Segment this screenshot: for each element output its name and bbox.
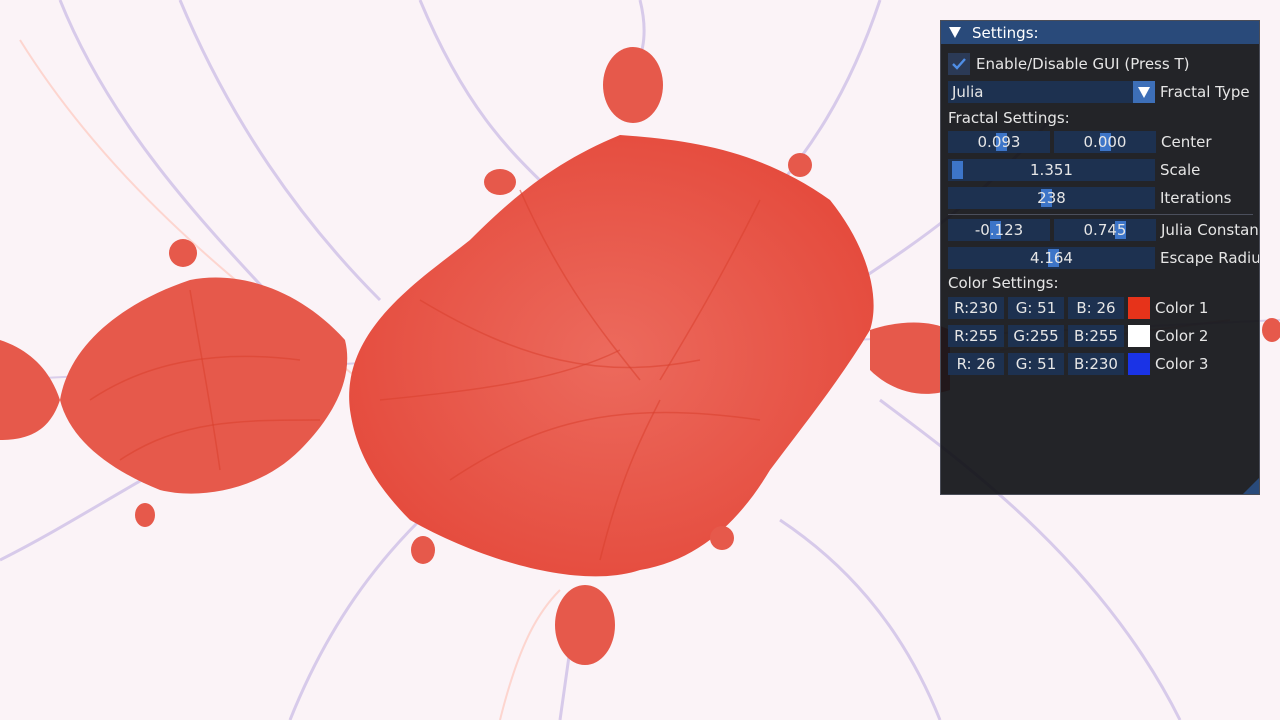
julia-constant-im-slider[interactable]: 0.745 [1054,219,1156,241]
color-2-swatch[interactable] [1128,325,1150,347]
scale-label: Scale [1160,161,1201,179]
fractal-settings-header-row: Fractal Settings: [948,109,1070,127]
julia-constant-im-value: 0.745 [1083,221,1127,239]
chevron-down-icon [1138,86,1150,98]
color-2-g-input[interactable]: G:255 [1008,325,1064,347]
gui-toggle-label: Enable/Disable GUI (Press T) [976,55,1190,73]
escape-radius-label: Escape Radius [1160,249,1260,267]
settings-panel[interactable]: Settings: Enable/Disable GUI (Press T) J… [940,20,1260,495]
separator [948,214,1253,215]
center-y-value: 0.000 [1083,133,1127,151]
resize-grip[interactable] [1243,478,1259,494]
fractal-type-label: Fractal Type [1160,83,1250,101]
color-3-b-input[interactable]: B:230 [1068,353,1124,375]
fractal-settings-header: Fractal Settings: [948,109,1070,127]
color-3-g: G: 51 [1015,355,1057,373]
color-1-r: R:230 [954,299,998,317]
iterations-slider[interactable]: 238 [948,187,1155,209]
julia-constant-label: Julia Constant [1161,221,1260,239]
center-y-slider[interactable]: 0.000 [1054,131,1156,153]
collapse-arrow-icon[interactable] [949,27,961,38]
color-1-swatch[interactable] [1128,297,1150,319]
color-1-label: Color 1 [1155,299,1209,317]
scale-value: 1.351 [1030,161,1073,179]
color-2-r: R:255 [954,327,998,345]
iterations-label: Iterations [1160,189,1232,207]
color-3-g-input[interactable]: G: 51 [1008,353,1064,375]
color-3-swatch[interactable] [1128,353,1150,375]
escape-radius-row: 4.164 Escape Radius [948,247,1260,269]
julia-constant-re-value: -0.123 [974,221,1024,239]
center-x-slider[interactable]: 0.093 [948,131,1050,153]
slider-grab[interactable] [952,161,963,179]
center-label: Center [1161,133,1212,151]
color-2-b: B:255 [1074,327,1118,345]
gui-toggle-checkbox[interactable] [948,53,970,75]
settings-title: Settings: [972,23,1039,42]
color-3-label: Color 3 [1155,355,1209,373]
color-2-r-input[interactable]: R:255 [948,325,1004,347]
color-1-b: B: 26 [1076,299,1116,317]
gui-toggle-row: Enable/Disable GUI (Press T) [948,53,1189,75]
scale-slider[interactable]: 1.351 [948,159,1155,181]
escape-radius-value: 4.164 [1030,249,1073,267]
color-1-g-input[interactable]: G: 51 [1008,297,1064,319]
settings-titlebar[interactable]: Settings: [941,21,1259,44]
fractal-type-value: Julia [952,83,984,101]
fractal-type-select[interactable]: Julia [948,81,1155,103]
color-2-g: G:255 [1013,327,1059,345]
color-1-row: R:230 G: 51 B: 26 Color 1 [948,297,1208,319]
center-row: 0.093 0.000 Center [948,131,1212,153]
dropdown-button[interactable] [1133,81,1155,103]
fractal-type-row: Julia Fractal Type [948,81,1250,103]
color-1-r-input[interactable]: R:230 [948,297,1004,319]
julia-constant-re-slider[interactable]: -0.123 [948,219,1050,241]
color-2-row: R:255 G:255 B:255 Color 2 [948,325,1208,347]
checkmark-icon [952,58,966,70]
escape-radius-slider[interactable]: 4.164 [948,247,1155,269]
color-1-b-input[interactable]: B: 26 [1068,297,1124,319]
color-settings-header-row: Color Settings: [948,274,1059,292]
color-1-g: G: 51 [1015,299,1057,317]
color-3-row: R: 26 G: 51 B:230 Color 3 [948,353,1208,375]
scale-row: 1.351 Scale [948,159,1200,181]
color-2-b-input[interactable]: B:255 [1068,325,1124,347]
color-2-label: Color 2 [1155,327,1209,345]
iterations-row: 238 Iterations [948,187,1231,209]
color-3-r: R: 26 [956,355,996,373]
color-3-r-input[interactable]: R: 26 [948,353,1004,375]
color-settings-header: Color Settings: [948,274,1059,292]
color-3-b: B:230 [1074,355,1118,373]
iterations-value: 238 [1037,189,1066,207]
center-x-value: 0.093 [977,133,1021,151]
julia-constant-row: -0.123 0.745 Julia Constant [948,219,1260,241]
